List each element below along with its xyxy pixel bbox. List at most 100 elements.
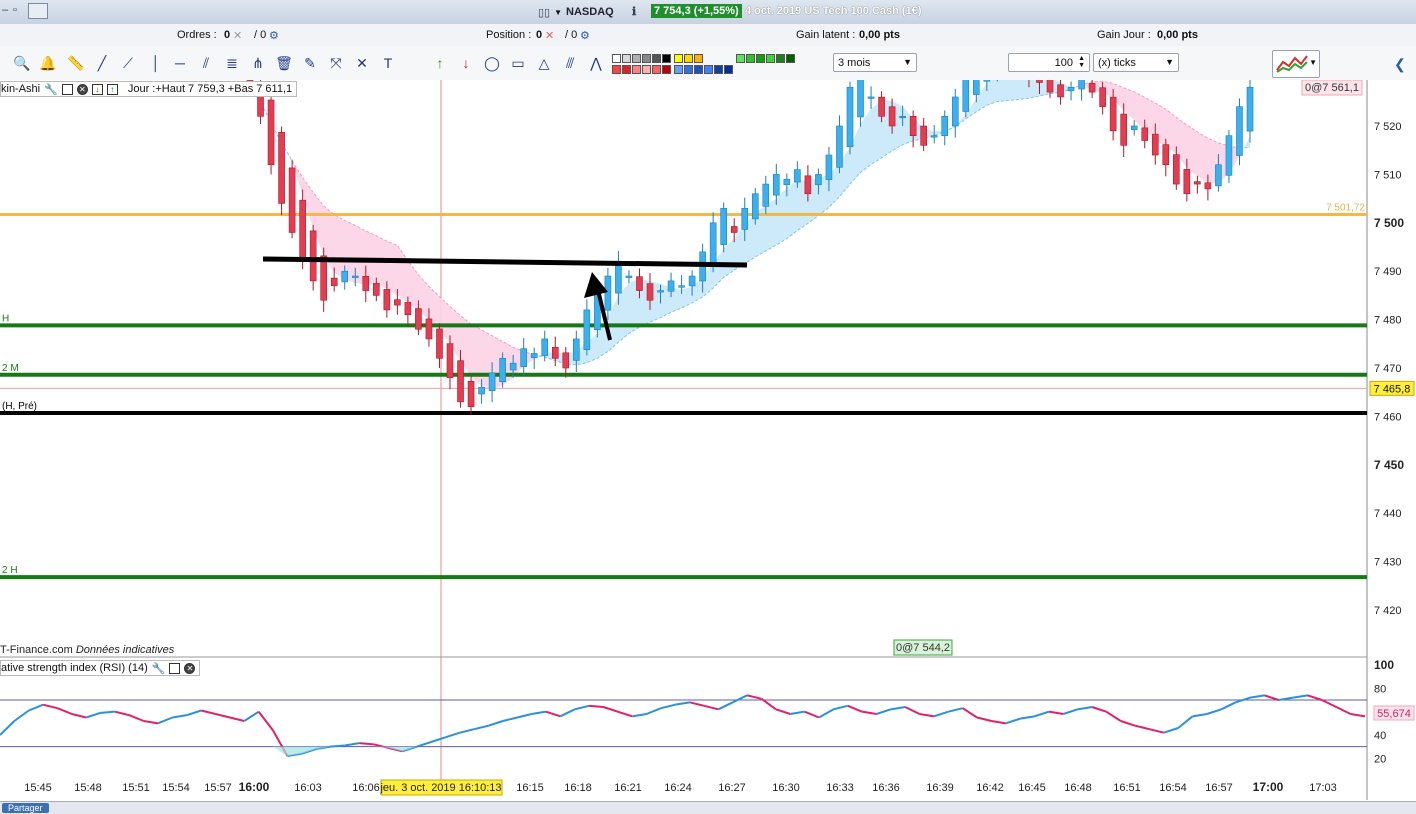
keyboard-icon[interactable]: [28, 3, 48, 19]
time-tick-label: 15:57: [204, 782, 232, 794]
color-swatch[interactable]: [642, 65, 651, 74]
close-icon[interactable]: ✕: [77, 84, 88, 95]
line-icon[interactable]: ╱: [92, 53, 112, 73]
candle-body: [1079, 80, 1085, 89]
rsi-segment: [417, 742, 431, 747]
properties-icon[interactable]: ✎: [300, 53, 320, 73]
rsi-segment: [345, 743, 359, 745]
sell-arrow-icon[interactable]: ↓: [456, 53, 476, 73]
color-swatch[interactable]: [746, 54, 755, 63]
buy-arrow-icon[interactable]: ↑: [430, 53, 450, 73]
gear-icon[interactable]: ⚙: [580, 29, 590, 42]
color-swatch[interactable]: [642, 54, 651, 63]
cross-icon[interactable]: ✕: [352, 53, 372, 73]
rsi-segment: [1006, 719, 1020, 724]
rsi-segment: [474, 726, 488, 730]
time-tick-label: 16:06: [352, 782, 380, 794]
elliott-icon[interactable]: ⋀: [586, 53, 606, 73]
close-small-icon[interactable]: ✕: [233, 29, 242, 42]
wrench-icon[interactable]: 🔧: [44, 83, 58, 96]
color-swatch[interactable]: [684, 54, 693, 63]
candle-body: [836, 126, 842, 167]
stepper-arrows-icon[interactable]: ▲▼: [1078, 55, 1085, 69]
pitchfork-icon[interactable]: ⋔: [248, 53, 268, 73]
fibonacci-icon[interactable]: ≣: [222, 53, 242, 73]
color-swatch[interactable]: [756, 54, 765, 63]
period-select[interactable]: 3 mois▼: [833, 53, 917, 72]
color-swatch[interactable]: [704, 65, 713, 74]
horizontal-line-icon[interactable]: ─: [170, 53, 190, 73]
trash-icon[interactable]: 🗑: [274, 53, 294, 73]
candle-body: [689, 276, 695, 286]
rsi-segment: [690, 702, 704, 706]
info-icon[interactable]: ℹ: [632, 5, 636, 18]
color-swatch[interactable]: [694, 54, 703, 63]
window-icon[interactable]: [62, 84, 73, 95]
chart-type-button[interactable]: ▼: [1272, 50, 1320, 78]
color-swatch[interactable]: [684, 65, 693, 74]
time-tick-label: 16:39: [926, 782, 954, 794]
candle-body: [300, 200, 306, 261]
wrench-icon[interactable]: 🔧: [152, 662, 166, 675]
color-swatch[interactable]: [674, 54, 683, 63]
candle-body: [973, 80, 979, 95]
color-swatch[interactable]: [622, 65, 631, 74]
alert-bell-icon[interactable]: 🔔: [38, 53, 58, 73]
time-tick-label: 15:48: [74, 782, 102, 794]
rectangle-icon[interactable]: ▭: [508, 53, 528, 73]
color-swatch[interactable]: [724, 65, 733, 74]
color-swatch[interactable]: [662, 54, 671, 63]
time-tick-label: 16:48: [1064, 782, 1092, 794]
color-swatch[interactable]: [622, 54, 631, 63]
close-icon[interactable]: ✕: [184, 663, 195, 674]
ticks-unit-select[interactable]: (x) ticks▼: [1093, 53, 1179, 72]
fan-icon[interactable]: ⫽: [196, 53, 216, 73]
color-swatch[interactable]: [786, 54, 795, 63]
share-button[interactable]: Partager: [2, 803, 49, 813]
chart-area[interactable]: 7 5207 5107 5007 4907 4807 4707 4607 450…: [0, 80, 1416, 813]
candle-body: [636, 277, 642, 291]
minimize-icon[interactable]: –: [2, 4, 8, 16]
close-position-icon[interactable]: ✕: [545, 29, 554, 42]
window-icon[interactable]: [169, 663, 180, 674]
color-swatch[interactable]: [694, 65, 703, 74]
ellipse-icon[interactable]: ◯: [482, 53, 502, 73]
color-swatch[interactable]: [612, 54, 621, 63]
vertical-line-icon[interactable]: │: [146, 53, 166, 73]
rsi-segment: [618, 712, 632, 717]
candle-body: [731, 226, 737, 232]
color-swatch[interactable]: [736, 54, 745, 63]
color-swatch[interactable]: [776, 54, 785, 63]
ray-icon[interactable]: ⟋: [118, 53, 138, 73]
restore-icon[interactable]: ▫: [13, 4, 17, 16]
magnet-icon[interactable]: ⤧: [326, 53, 346, 73]
color-swatch[interactable]: [674, 65, 683, 74]
color-swatch[interactable]: [766, 54, 775, 63]
ruler-icon[interactable]: 📏: [66, 53, 86, 73]
channel-icon[interactable]: ⫻: [560, 53, 580, 73]
rsi-segment: [72, 714, 86, 718]
panel-toggle-icon[interactable]: ❮: [1394, 56, 1406, 73]
instrument-selector[interactable]: ▯▯ ▼ NASDAQ: [538, 4, 614, 20]
color-swatch[interactable]: [662, 65, 671, 74]
text-icon[interactable]: T: [378, 53, 398, 73]
ticks-stepper[interactable]: 100▲▼: [1008, 53, 1090, 72]
rsi-segment: [201, 711, 215, 715]
rsi-segment: [1322, 700, 1336, 707]
gear-icon[interactable]: ⚙: [269, 29, 279, 42]
color-swatch[interactable]: [652, 54, 661, 63]
down-arrow-icon[interactable]: ↓: [92, 84, 103, 95]
color-swatch[interactable]: [652, 65, 661, 74]
time-tick-label: 16:21: [614, 782, 642, 794]
triangle-icon[interactable]: △: [534, 53, 554, 73]
rsi-segment: [963, 708, 977, 717]
candle-body: [1205, 183, 1211, 189]
zoom-icon[interactable]: 🔍: [12, 53, 32, 73]
color-swatch[interactable]: [632, 65, 641, 74]
color-swatch[interactable]: [714, 65, 723, 74]
rsi-oversold-fill: [273, 747, 287, 756]
price-tick-label: 7 520: [1374, 121, 1402, 133]
up-arrow-icon[interactable]: ↑: [107, 84, 118, 95]
color-swatch[interactable]: [632, 54, 641, 63]
color-swatch[interactable]: [612, 65, 621, 74]
